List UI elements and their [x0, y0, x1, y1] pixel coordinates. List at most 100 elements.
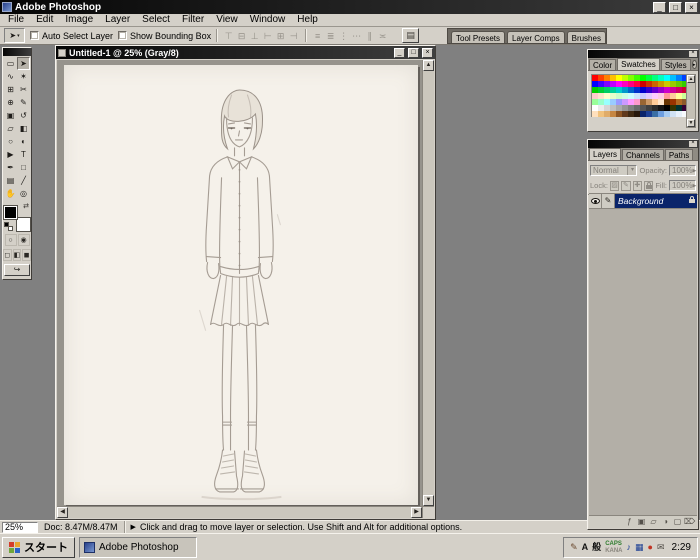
- menu-file[interactable]: File: [2, 14, 30, 26]
- blur-tool[interactable]: ○: [4, 135, 17, 148]
- history-brush-tool[interactable]: ↺: [17, 109, 30, 122]
- notes-tool[interactable]: ▤: [4, 174, 17, 187]
- close-icon[interactable]: ×: [689, 50, 697, 57]
- distribute-horizontal-centers-button[interactable]: ∥: [363, 29, 376, 43]
- slice-tool[interactable]: ✂: [17, 83, 30, 96]
- distribute-left-edges-button[interactable]: ⋯: [350, 29, 363, 43]
- document-close-button[interactable]: ×: [422, 47, 433, 58]
- lock-transparency-button[interactable]: ▨: [609, 180, 620, 191]
- new-layer-button[interactable]: ▢: [672, 517, 683, 528]
- ime-conversion-mode-icon[interactable]: 般: [592, 542, 601, 552]
- scroll-left-icon[interactable]: ◀: [57, 507, 68, 518]
- healing-brush-tool[interactable]: ⊕: [4, 96, 17, 109]
- layer-row-background[interactable]: ✎ Background: [589, 194, 697, 209]
- document-minimize-button[interactable]: _: [394, 47, 405, 58]
- delete-layer-button[interactable]: ⌦: [684, 517, 695, 528]
- close-icon[interactable]: ×: [689, 140, 697, 147]
- pen-tool[interactable]: ✒: [4, 161, 17, 174]
- tab-channels[interactable]: Channels: [622, 149, 664, 160]
- menu-select[interactable]: Select: [136, 14, 176, 26]
- shape-tool[interactable]: □: [17, 161, 30, 174]
- document-size-readout[interactable]: Doc: 8.47M/8.47M: [44, 522, 118, 532]
- menu-filter[interactable]: Filter: [176, 14, 210, 26]
- distribute-top-edges-button[interactable]: ≡: [311, 29, 324, 43]
- align-vertical-centers-button[interactable]: ⊟: [235, 29, 248, 43]
- document-title-bar[interactable]: Untitled-1 @ 25% (Gray/8) _ □ ×: [56, 46, 435, 59]
- align-left-edges-button[interactable]: ⊢: [261, 29, 274, 43]
- close-button[interactable]: ×: [685, 1, 698, 13]
- lock-all-button[interactable]: [643, 180, 654, 191]
- default-colors-icon[interactable]: [4, 222, 13, 231]
- horizontal-scroll-track[interactable]: [68, 507, 411, 518]
- hand-tool[interactable]: ✋: [4, 187, 17, 200]
- add-layer-style-button[interactable]: ƒ: [624, 517, 635, 528]
- lock-position-button[interactable]: ✚: [632, 180, 642, 191]
- brush-tool[interactable]: ✎: [17, 96, 30, 109]
- rectangular-marquee-tool[interactable]: ▭: [4, 57, 17, 70]
- eraser-tool[interactable]: ▱: [4, 122, 17, 135]
- vertical-scroll-track[interactable]: [423, 71, 434, 495]
- document-maximize-button[interactable]: □: [408, 47, 419, 58]
- tab-layers[interactable]: Layers: [589, 148, 622, 160]
- canvas[interactable]: [64, 65, 418, 505]
- opacity-field[interactable]: 100% ▶: [669, 165, 696, 176]
- menu-image[interactable]: Image: [59, 14, 99, 26]
- new-group-button[interactable]: ▱: [648, 517, 659, 528]
- resize-grip[interactable]: [422, 506, 434, 518]
- ime-pen-icon[interactable]: ✎: [570, 542, 578, 552]
- tab-layer-comps[interactable]: Layer Comps: [507, 31, 565, 43]
- fill-field[interactable]: 100% ▶: [668, 180, 696, 191]
- minimize-button[interactable]: _: [653, 1, 666, 13]
- menu-window[interactable]: Window: [244, 14, 292, 26]
- distribute-right-edges-button[interactable]: ≍: [376, 29, 389, 43]
- scroll-right-icon[interactable]: ▶: [411, 507, 422, 518]
- foreground-color-swatch[interactable]: [4, 206, 17, 219]
- maximize-button[interactable]: □: [669, 1, 682, 13]
- mail-icon[interactable]: ✉: [657, 542, 665, 552]
- scroll-down-icon[interactable]: ▼: [423, 495, 434, 506]
- align-bottom-edges-button[interactable]: ⊥: [248, 29, 261, 43]
- dodge-tool[interactable]: ◐: [17, 135, 30, 148]
- quick-mask-mode-button[interactable]: ◉: [17, 234, 30, 246]
- swatches-scrollbar[interactable]: ▲ ▼: [686, 74, 696, 128]
- toolbox-drag-grip[interactable]: [3, 48, 31, 56]
- magic-wand-tool[interactable]: ✶: [17, 70, 30, 83]
- menu-help[interactable]: Help: [291, 14, 324, 26]
- scroll-down-icon[interactable]: ▼: [687, 119, 695, 127]
- type-tool[interactable]: T: [17, 148, 30, 161]
- lock-image-button[interactable]: ✎: [621, 180, 631, 191]
- palette-title-bar[interactable]: ×: [588, 50, 698, 58]
- blend-mode-select[interactable]: Normal ▾: [590, 165, 638, 176]
- ime-input-mode-icon[interactable]: A: [582, 542, 589, 552]
- menu-layer[interactable]: Layer: [99, 14, 136, 26]
- fullscreen-menubar-mode-button[interactable]: ◧: [12, 249, 22, 261]
- edit-in-imageready-button[interactable]: ↪: [4, 264, 30, 276]
- antivirus-icon[interactable]: ●: [648, 542, 653, 552]
- file-browser-icon[interactable]: ▤: [402, 28, 420, 43]
- layer-name[interactable]: Background: [615, 194, 686, 208]
- current-tool-preset-button[interactable]: ➤ ▾: [4, 28, 25, 43]
- palette-title-bar[interactable]: ×: [588, 140, 698, 148]
- tab-brushes[interactable]: Brushes: [566, 31, 606, 43]
- show-bounding-box-checkbox[interactable]: [118, 31, 128, 40]
- align-top-edges-button[interactable]: ⊤: [222, 29, 235, 43]
- zoom-tool[interactable]: ◎: [17, 187, 30, 200]
- auto-select-layer-checkbox[interactable]: [30, 31, 39, 40]
- taskbar-button-photoshop[interactable]: Adobe Photoshop: [79, 536, 197, 558]
- layer-visibility-toggle[interactable]: [589, 194, 602, 208]
- distribute-bottom-edges-button[interactable]: ⋮: [337, 29, 350, 43]
- horizontal-scrollbar[interactable]: ◀ ▶: [57, 506, 422, 518]
- tab-swatches[interactable]: Swatches: [617, 58, 660, 70]
- gradient-tool[interactable]: ◧: [17, 122, 30, 135]
- move-tool[interactable]: ➤: [17, 57, 30, 70]
- clone-stamp-tool[interactable]: ▣: [4, 109, 17, 122]
- display-settings-icon[interactable]: ▦: [635, 542, 644, 552]
- path-selection-tool[interactable]: ▶: [4, 148, 17, 161]
- align-horizontal-centers-button[interactable]: ⊞: [274, 29, 287, 43]
- tab-color[interactable]: Color: [589, 59, 617, 70]
- distribute-vertical-centers-button[interactable]: ≣: [324, 29, 337, 43]
- palette-menu-icon[interactable]: ▸: [691, 60, 697, 69]
- scroll-up-icon[interactable]: ▲: [423, 60, 434, 71]
- lasso-tool[interactable]: ∿: [4, 70, 17, 83]
- tab-tool-presets[interactable]: Tool Presets: [451, 31, 506, 43]
